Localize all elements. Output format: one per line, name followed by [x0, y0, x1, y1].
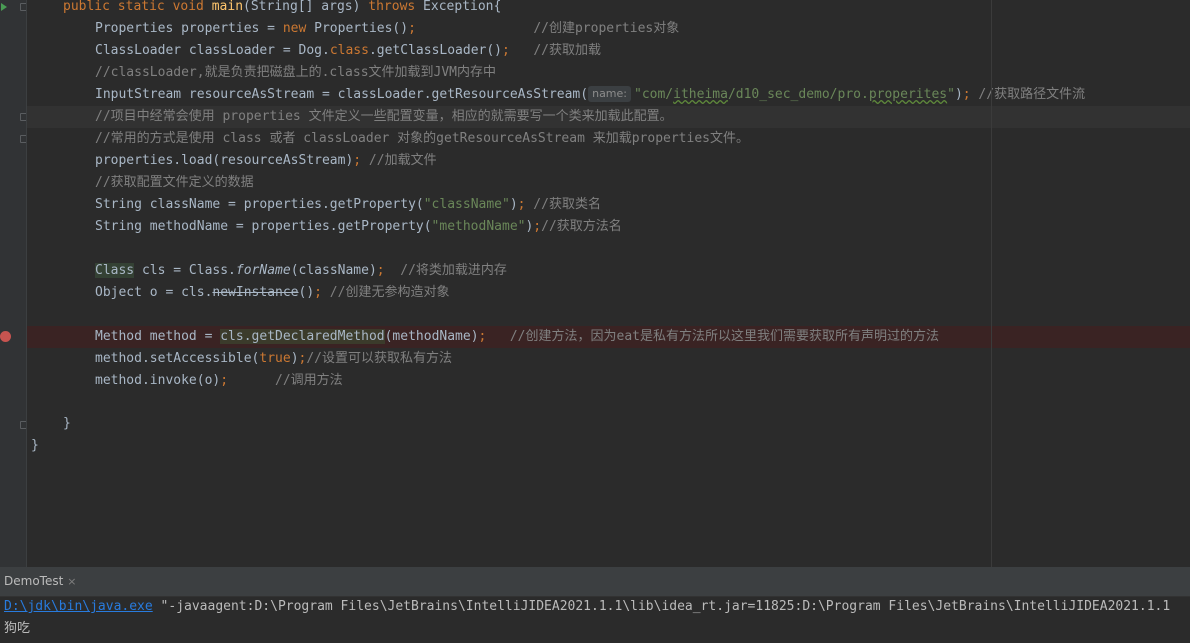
run-tool-window: DemoTest × D:\jdk\bin\java.exe "-javaagen… — [0, 567, 1190, 643]
code-line: } — [63, 413, 1190, 435]
close-icon[interactable]: × — [67, 575, 76, 588]
editor-gutter[interactable] — [0, 0, 27, 567]
code-text: ) — [290, 351, 299, 366]
closing-brace: } — [31, 438, 39, 453]
comment: //创建properties对象 — [533, 21, 680, 36]
code-text: Properties() — [306, 21, 409, 36]
code-text: ) — [954, 87, 963, 102]
breakpoint-icon[interactable] — [0, 331, 11, 342]
run-tab-bar: DemoTest × — [0, 567, 1190, 597]
code-text: method.setAccessible( — [95, 351, 260, 366]
code-text: method.invoke(o) — [95, 373, 221, 388]
comment: //加载文件 — [361, 153, 437, 168]
semicolon: ; — [408, 21, 416, 36]
comment: //获取路径文件流 — [970, 87, 1086, 102]
keyword: class — [329, 43, 369, 58]
code-text: properties.load(resourceAsStream) — [95, 153, 354, 168]
class-name: Class — [95, 263, 135, 278]
code-line: } — [31, 435, 1190, 457]
string-literal: "methodName" — [431, 219, 526, 234]
code-line: Method method = cls.getDeclaredMethod(me… — [95, 326, 1190, 348]
code-text: Exception{ — [415, 0, 502, 14]
method-name: main — [211, 0, 244, 14]
semicolon: ; — [353, 153, 362, 168]
code-line: //项目中经常会使用 properties 文件定义一些配置变量，相应的就需要写… — [95, 106, 1190, 128]
code-text: () — [298, 285, 315, 300]
code-line: //classLoader,就是负责把磁盘上的.class文件加载到JVM内存中 — [95, 62, 1190, 84]
string-literal: itheima — [673, 87, 728, 102]
code-line: Class cls = Class.forName(className); //… — [95, 260, 1190, 282]
static-method: forName — [235, 263, 291, 278]
run-tab-label: DemoTest — [4, 574, 64, 588]
code-text: Method method = — [95, 329, 221, 344]
semicolon: ; — [533, 219, 542, 234]
keyword: throws — [368, 0, 416, 14]
java-executable-link[interactable]: D:\jdk\bin\java.exe — [4, 599, 153, 614]
code-line: Object o = cls.newInstance(); //创建无参构造对象 — [95, 282, 1190, 304]
run-tab-demotest[interactable]: DemoTest × — [0, 571, 81, 592]
comment: //将类加载进内存 — [384, 263, 507, 278]
keyword: new — [282, 21, 307, 36]
code-editor[interactable]: public static void main(String[] args) t… — [27, 0, 1190, 567]
code-line: method.invoke(o); //调用方法 — [95, 370, 1190, 392]
closing-brace: } — [63, 416, 71, 431]
semicolon: ; — [376, 263, 385, 278]
comment: //项目中经常会使用 properties 文件定义一些配置变量，相应的就需要写… — [95, 109, 673, 124]
string-literal: "className" — [423, 197, 510, 212]
code-text: InputStream resourceAsStream = classLoad… — [95, 87, 589, 102]
string-literal: "com/ — [634, 87, 674, 102]
deprecated-method: newInstance — [212, 285, 299, 300]
semicolon: ; — [502, 43, 510, 58]
code-text: String methodName = properties.getProper… — [95, 219, 432, 234]
highlighted-call: cls.getDeclaredMethod — [220, 329, 385, 344]
string-literal: /d10_sec_demo/pro. — [727, 87, 869, 102]
code-text: (className) — [290, 263, 377, 278]
keyword: public static void — [63, 0, 212, 14]
code-line: Properties properties = new Properties()… — [95, 18, 1190, 40]
comment: //创建无参构造对象 — [321, 285, 450, 300]
comment: //获取方法名 — [541, 219, 622, 234]
code-text: .getClassLoader() — [368, 43, 503, 58]
code-line: //获取配置文件定义的数据 — [95, 172, 1190, 194]
code-text: (methodName) — [384, 329, 479, 344]
semicolon: ; — [220, 373, 229, 388]
parameter-hint: name: — [588, 86, 631, 102]
semicolon: ; — [962, 87, 971, 102]
code-line: String className = properties.getPropert… — [95, 194, 1190, 216]
code-line: properties.load(resourceAsStream); //加载文… — [95, 150, 1190, 172]
code-text: ) — [509, 197, 518, 212]
comment: //classLoader,就是负责把磁盘上的.class文件加载到JVM内存中 — [95, 65, 497, 80]
right-margin-guide — [991, 0, 992, 567]
comment: //获取加载 — [533, 43, 601, 58]
comment: //获取类名 — [525, 197, 601, 212]
code-text: cls = Class. — [134, 263, 236, 278]
code-line: //常用的方式是使用 class 或者 classLoader 对象的getRe… — [95, 128, 1190, 150]
comment: //设置可以获取私有方法 — [306, 351, 452, 366]
code-line: method.setAccessible(true);//设置可以获取私有方法 — [95, 348, 1190, 370]
semicolon: ; — [314, 285, 322, 300]
console-output: 狗吃 — [4, 621, 31, 636]
code-line: ClassLoader classLoader = Dog.class.getC… — [95, 40, 1190, 62]
code-line: InputStream resourceAsStream = classLoad… — [95, 84, 1190, 106]
console-command-line: D:\jdk\bin\java.exe "-javaagent:D:\Progr… — [4, 597, 1170, 617]
comment: //调用方法 — [228, 373, 343, 388]
comment: //获取配置文件定义的数据 — [95, 175, 254, 190]
code-text: ClassLoader classLoader = Dog. — [95, 43, 330, 58]
console-command-text: "-javaagent:D:\Program Files\JetBrains\I… — [152, 599, 1171, 614]
comment: //创建方法，因为eat是私有方法所以这里我们需要获取所有声明过的方法 — [486, 329, 939, 344]
run-arrow-icon[interactable] — [1, 3, 7, 11]
keyword: true — [259, 351, 291, 366]
code-text: String className = properties.getPropert… — [95, 197, 424, 212]
string-literal: " — [947, 87, 955, 102]
code-line: String methodName = properties.getProper… — [95, 216, 1190, 238]
code-text: Properties properties = — [95, 21, 283, 36]
string-literal: properites — [868, 87, 948, 102]
code-line: public static void main(String[] args) t… — [63, 0, 1190, 18]
code-text: (String[] args) — [243, 0, 369, 14]
code-text: Object o = cls. — [95, 285, 213, 300]
comment: //常用的方式是使用 class 或者 classLoader 对象的getRe… — [95, 131, 749, 146]
